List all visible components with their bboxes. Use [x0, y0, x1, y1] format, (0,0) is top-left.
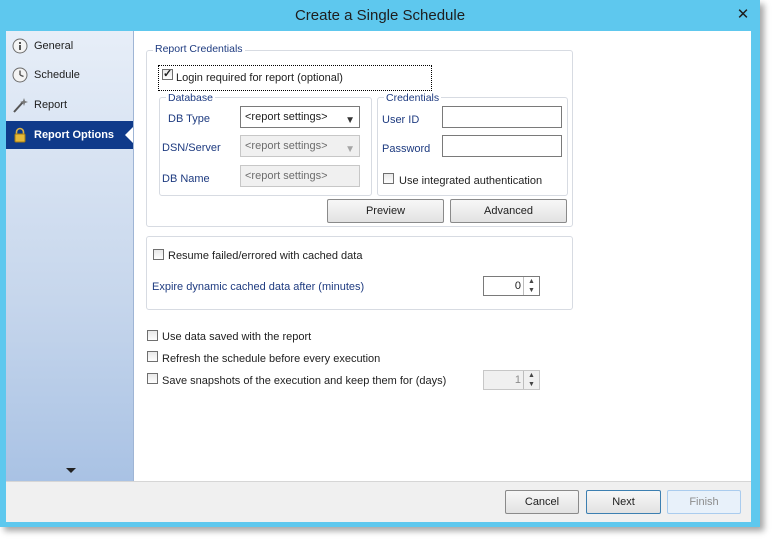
db-name-field[interactable]: <report settings>: [240, 165, 360, 187]
report-credentials-title: Report Credentials: [153, 43, 245, 55]
expire-cache-spinner[interactable]: 0 ▲ ▼: [483, 276, 540, 296]
sidebar-item-schedule[interactable]: Schedule: [6, 61, 133, 89]
db-name-label: DB Name: [162, 173, 210, 185]
user-id-label: User ID: [382, 114, 420, 126]
clock-icon: [12, 67, 28, 83]
wand-icon: [12, 97, 28, 113]
spin-up-icon[interactable]: ▲: [524, 277, 539, 286]
user-id-field[interactable]: [442, 106, 562, 128]
sidebar-item-report[interactable]: Report: [6, 91, 133, 119]
password-label: Password: [382, 143, 431, 155]
dialog-window: Create a Single Schedule ✕ General Sched…: [0, 0, 760, 527]
preview-button[interactable]: Preview: [327, 199, 444, 223]
chevron-down-icon: ▼: [345, 115, 355, 126]
window-title: Create a Single Schedule: [294, 7, 466, 24]
sidebar: General Schedule Report Report Options: [6, 31, 134, 481]
next-button[interactable]: Next: [586, 490, 661, 514]
db-type-dropdown[interactable]: <report settings> ▼: [240, 106, 360, 128]
password-field[interactable]: [442, 135, 562, 157]
refresh-schedule-checkbox[interactable]: [147, 351, 158, 362]
chevron-down-icon: ▼: [345, 144, 355, 155]
spin-down-icon[interactable]: ▼: [524, 380, 539, 389]
spinner-buttons[interactable]: ▲ ▼: [523, 277, 539, 295]
sidebar-item-label: Report Options: [34, 129, 115, 141]
snapshot-days-value: 1: [514, 374, 521, 386]
db-type-label: DB Type: [168, 113, 210, 125]
save-snapshots-checkbox[interactable]: [147, 373, 158, 384]
sidebar-item-report-options[interactable]: Report Options: [6, 121, 133, 149]
use-saved-data-checkbox[interactable]: [147, 330, 158, 341]
info-icon: [12, 38, 28, 54]
close-icon[interactable]: ✕: [734, 6, 752, 24]
integrated-auth-label: Use integrated authentication: [399, 175, 543, 187]
integrated-auth-checkbox[interactable]: [383, 173, 394, 184]
lock-icon: [12, 127, 28, 143]
spinner-buttons[interactable]: ▲ ▼: [523, 371, 539, 389]
sidebar-item-general[interactable]: General: [6, 32, 133, 60]
scroll-down-icon[interactable]: [66, 468, 76, 473]
finish-button[interactable]: Finish: [667, 490, 741, 514]
content-panel: Report Credentials Login required for re…: [134, 31, 751, 481]
cache-group: [146, 236, 573, 310]
spin-up-icon[interactable]: ▲: [524, 371, 539, 380]
sidebar-item-label: Schedule: [34, 69, 80, 81]
spin-down-icon[interactable]: ▼: [524, 286, 539, 295]
dsn-server-dropdown[interactable]: <report settings> ▼: [240, 135, 360, 157]
dsn-server-value: <report settings>: [245, 140, 328, 152]
refresh-schedule-label: Refresh the schedule before every execut…: [162, 353, 381, 365]
expire-cache-value: 0: [514, 280, 521, 292]
dialog-footer: Cancel Next Finish: [6, 481, 751, 522]
login-required-label: Login required for report (optional): [176, 72, 343, 84]
resume-failed-checkbox[interactable]: [153, 249, 164, 260]
dsn-server-label: DSN/Server: [162, 142, 221, 154]
login-required-checkbox[interactable]: [162, 67, 173, 80]
sidebar-item-label: Report: [34, 99, 68, 111]
cancel-button[interactable]: Cancel: [505, 490, 579, 514]
save-snapshots-label: Save snapshots of the execution and keep…: [162, 375, 447, 387]
expire-cache-label: Expire dynamic cached data after (minute…: [152, 281, 365, 293]
snapshot-days-spinner[interactable]: 1 ▲ ▼: [483, 370, 540, 390]
advanced-button[interactable]: Advanced: [450, 199, 567, 223]
resume-failed-label: Resume failed/errored with cached data: [168, 250, 363, 262]
use-saved-data-label: Use data saved with the report: [162, 331, 312, 343]
sidebar-item-label: General: [34, 40, 74, 52]
db-name-value: <report settings>: [245, 170, 328, 182]
database-title: Database: [166, 92, 215, 104]
credentials-title: Credentials: [384, 92, 442, 104]
db-type-value: <report settings>: [245, 111, 328, 123]
